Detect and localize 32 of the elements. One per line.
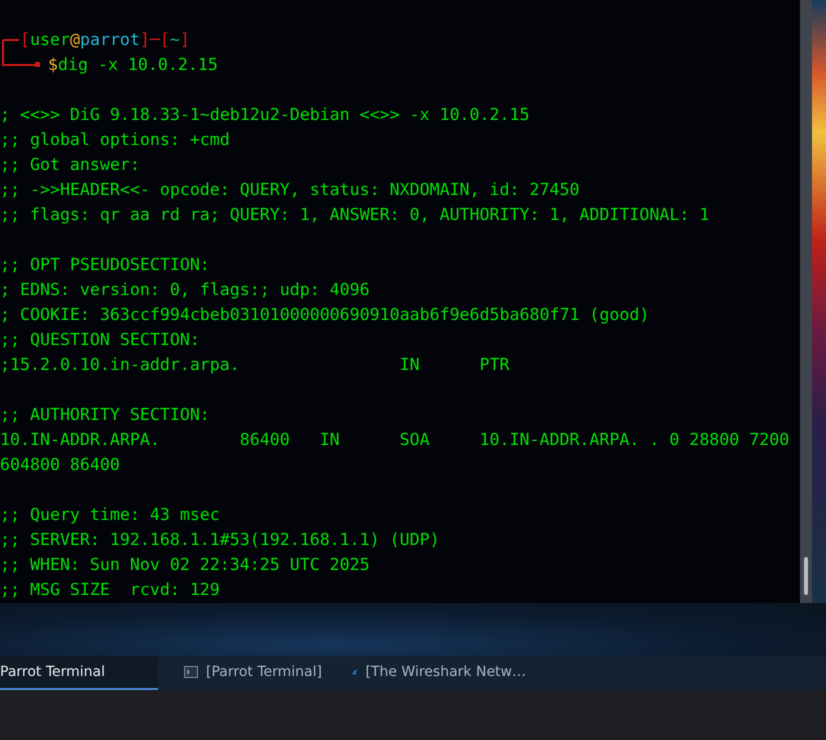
prompt-bracket: ] (180, 29, 190, 51)
output-line: ;; global options: +cmd (0, 129, 230, 151)
output-line: 10.IN-ADDR.ARPA. 86400 IN SOA 10.IN-ADDR.ARPA. . 0 28800 7200 (0, 429, 790, 451)
prompt-user: user (30, 29, 70, 51)
scrollbar[interactable] (800, 0, 812, 603)
prompt-bracket: ]─[ (140, 29, 170, 51)
output-line: ; COOKIE: 363ccf994cbeb03101000000690910aab6f9e6d5ba680f71 (good) (0, 304, 650, 326)
taskbar-item[interactable]: [The Wireshark Netw… (326, 656, 526, 690)
output-line: ;; WHEN: Sun Nov 02 22:34:25 UTC 2025 (0, 554, 370, 576)
command-text: dig -x 10.0.2.15 (58, 54, 218, 76)
output-line: ; <<>> DiG 9.18.33-1~deb12u2-Debian <<>> -x 10.0.2.15 (0, 104, 530, 126)
output-line: ;; Got answer: (0, 154, 140, 176)
prompt-host: parrot (80, 29, 140, 51)
output-line: ;; QUESTION SECTION: (0, 329, 200, 351)
scrollbar-thumb[interactable] (804, 557, 808, 595)
output-line: 604800 86400 (0, 454, 120, 476)
terminal-icon (184, 666, 198, 678)
prompt-at-sign: @ (70, 29, 80, 51)
taskbar-item[interactable]: [Parrot Terminal] (158, 656, 326, 690)
output-line: ;; SERVER: 192.168.1.1#53(192.168.1.1) (UDP) (0, 529, 440, 551)
output-line: ;; OPT PSEUDOSECTION: (0, 254, 210, 276)
output-line: ;; ->>HEADER<<- opcode: QUERY, status: NXDOMAIN, id: 27450 (0, 179, 580, 201)
taskbar-item[interactable]: Parrot Terminal (0, 656, 158, 690)
prompt-dir: ~ (170, 29, 180, 51)
output-line: ; EDNS: version: 0, flags:; udp: 4096 (0, 279, 370, 301)
output-line: ;; Query time: 43 msec (0, 504, 220, 526)
output-line: ;15.2.0.10.in-addr.arpa. IN PTR (0, 354, 510, 376)
output-line: ;; MSG SIZE rcvd: 129 (0, 579, 220, 601)
output-line: ;; AUTHORITY SECTION: (0, 404, 210, 426)
prompt-sigil: $ (48, 54, 58, 76)
prompt-bracket: [ (20, 29, 30, 51)
output-line: ;; flags: qr aa rd ra; QUERY: 1, ANSWER: 0, AUTHORITY: 1, ADDITIONAL: 1 (0, 204, 710, 226)
